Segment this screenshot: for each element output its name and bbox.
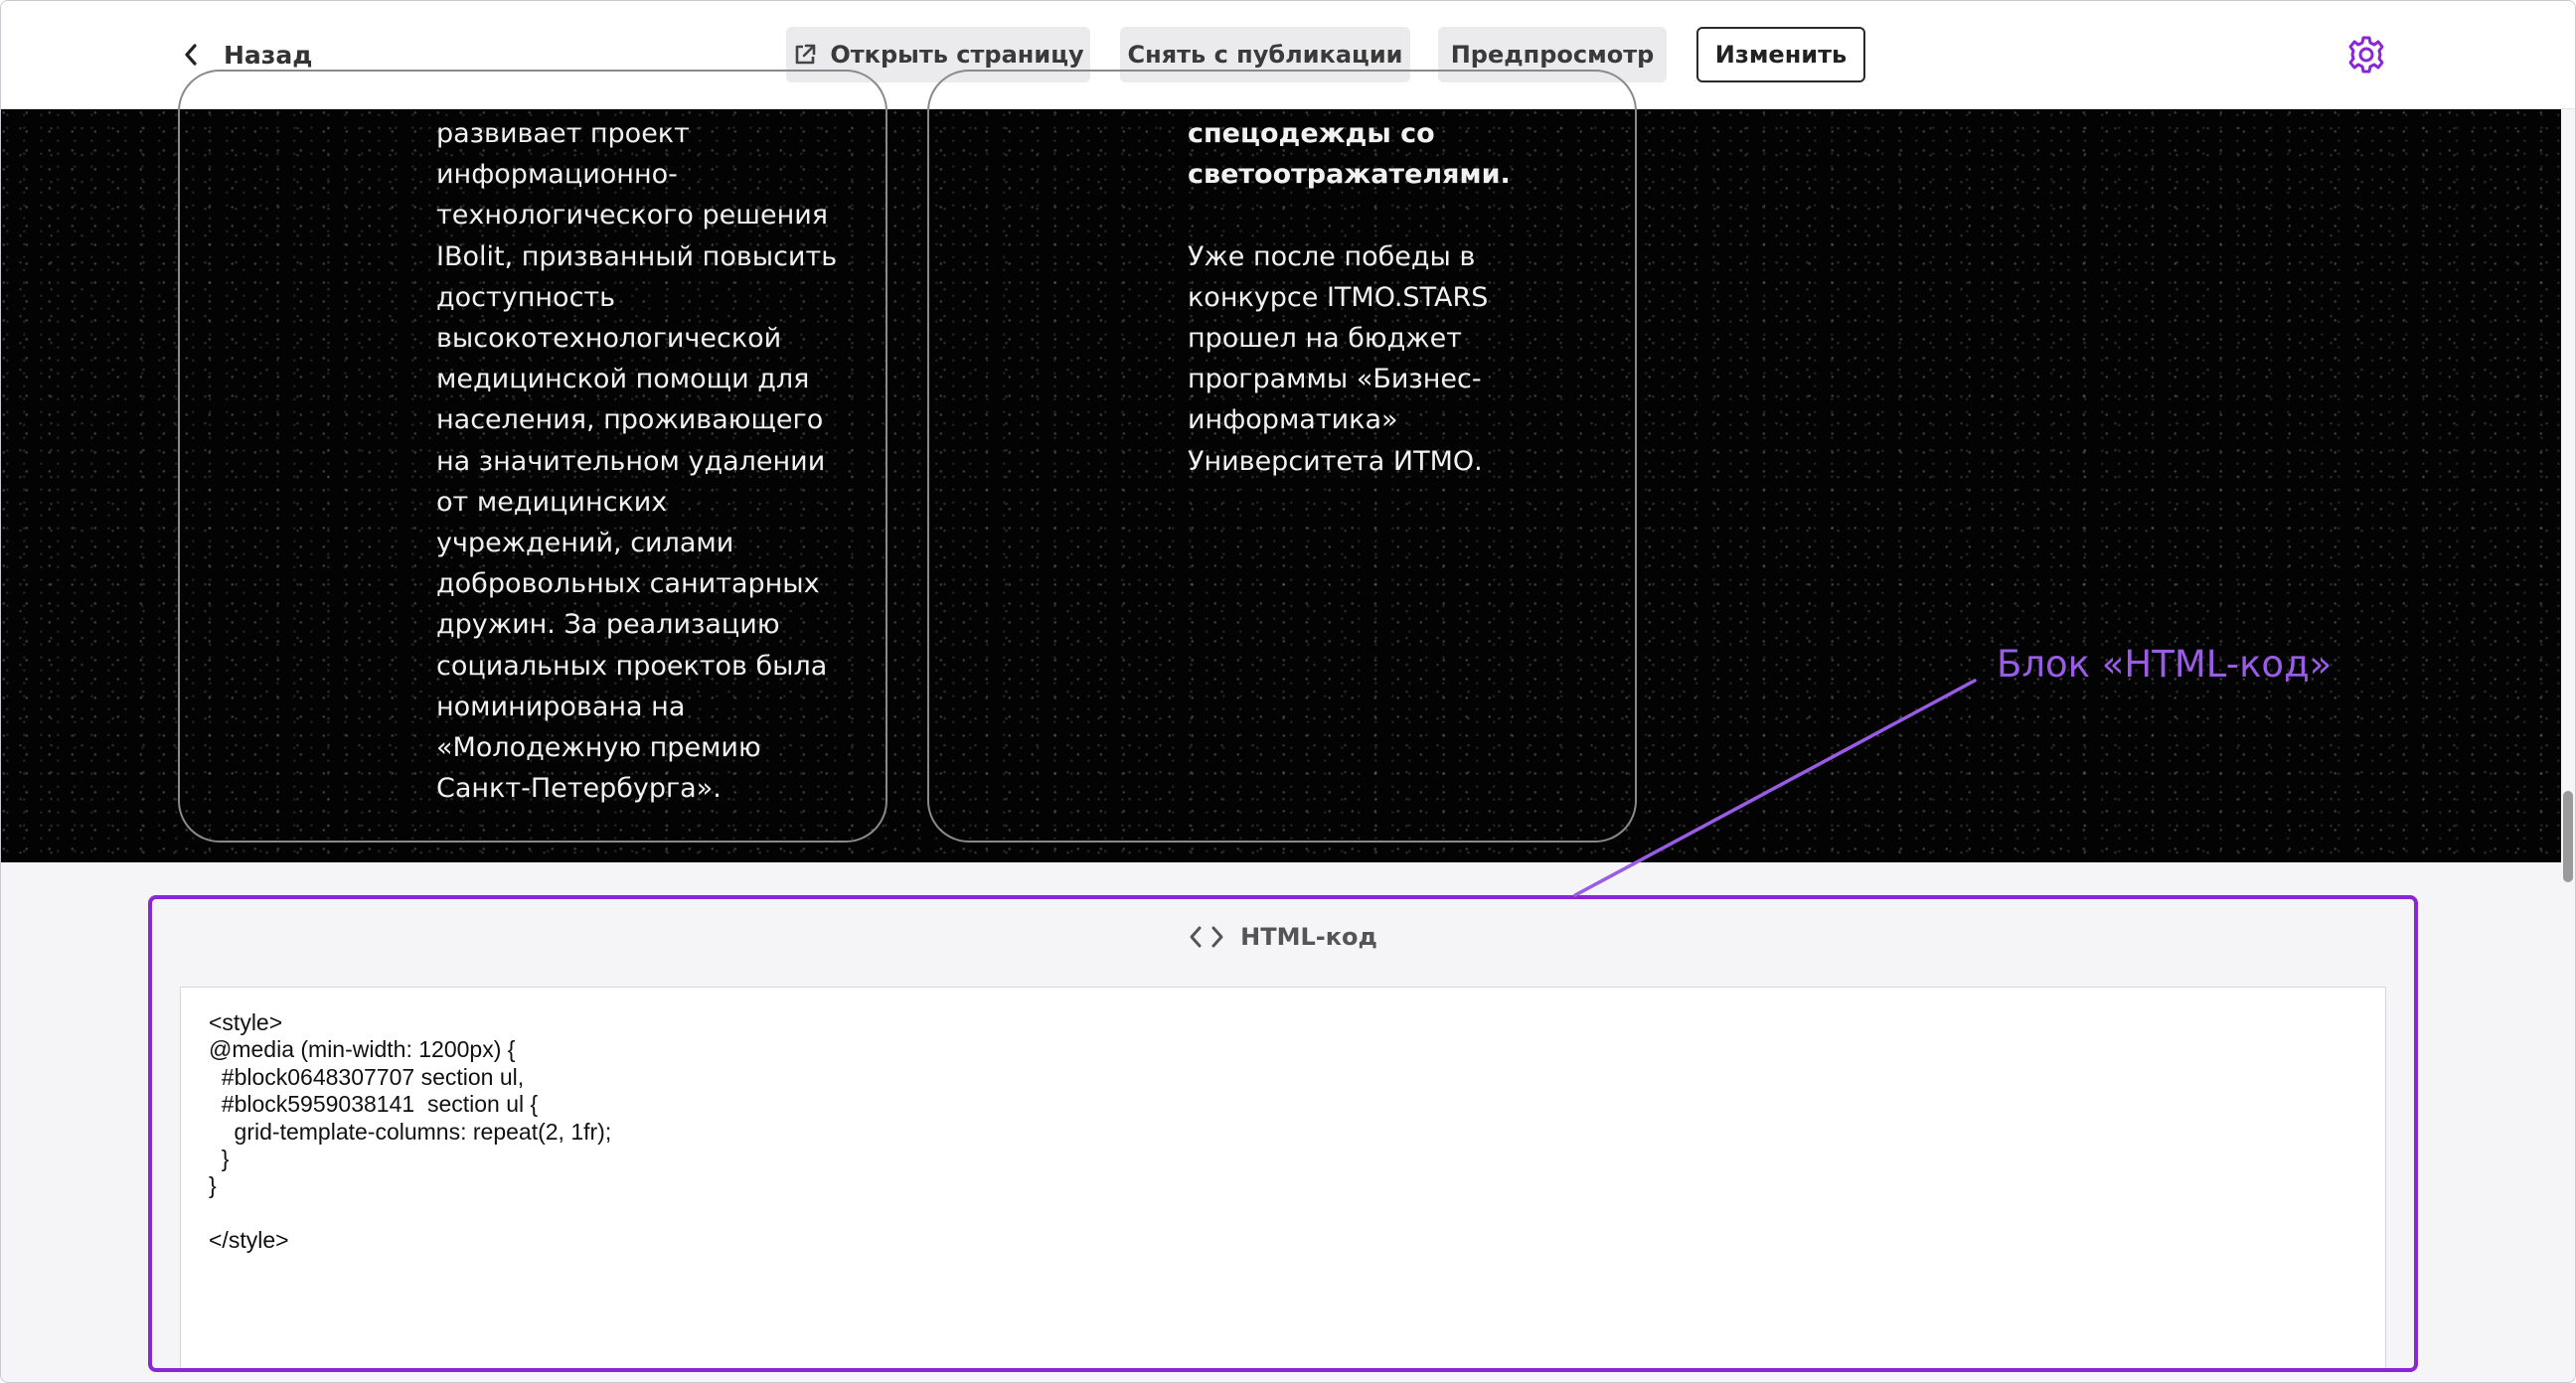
card-left-text: развивает проект информационно- технолог… [436, 118, 838, 805]
chevron-left-icon [185, 44, 197, 66]
preview-card-left: развивает проект информационно- технолог… [178, 70, 887, 843]
external-link-icon [796, 44, 816, 65]
unpublish-label: Снять с публикации [1127, 41, 1403, 69]
scrollbar-thumb[interactable] [2563, 791, 2573, 882]
html-block-title: HTML-код [1240, 923, 1377, 951]
back-label: Назад [224, 40, 313, 70]
html-block-header: HTML-код [152, 923, 2414, 951]
code-brackets-icon [1190, 926, 1223, 948]
card-right-text: Уже после победы в конкурсе ITMO.STARS п… [1188, 240, 1489, 477]
html-code-textarea[interactable]: <style> @media (min-width: 1200px) { #bl… [180, 987, 2386, 1368]
gear-icon[interactable] [2346, 35, 2386, 75]
card-right-bold-text: спецодежды со светоотражателями. [1188, 118, 1511, 191]
annotation-label: Блок «HTML-код» [1997, 643, 2333, 686]
card-right-text-group: спецодежды со светоотражателями. Уже пос… [1188, 113, 1625, 482]
open-page-label: Открыть страницу [830, 41, 1084, 69]
edit-button[interactable]: Изменить [1696, 27, 1865, 82]
page-preview: развивает проект информационно- технолог… [1, 70, 2561, 862]
app-window: Назад Открыть страницу Снять с публикаци… [0, 0, 2576, 1383]
edit-label: Изменить [1714, 41, 1848, 69]
preview-card-right: спецодежды со светоотражателями. Уже пос… [927, 70, 1637, 843]
preview-label: Предпросмотр [1450, 41, 1655, 69]
html-code-block[interactable]: HTML-код <style> @media (min-width: 1200… [148, 895, 2418, 1372]
